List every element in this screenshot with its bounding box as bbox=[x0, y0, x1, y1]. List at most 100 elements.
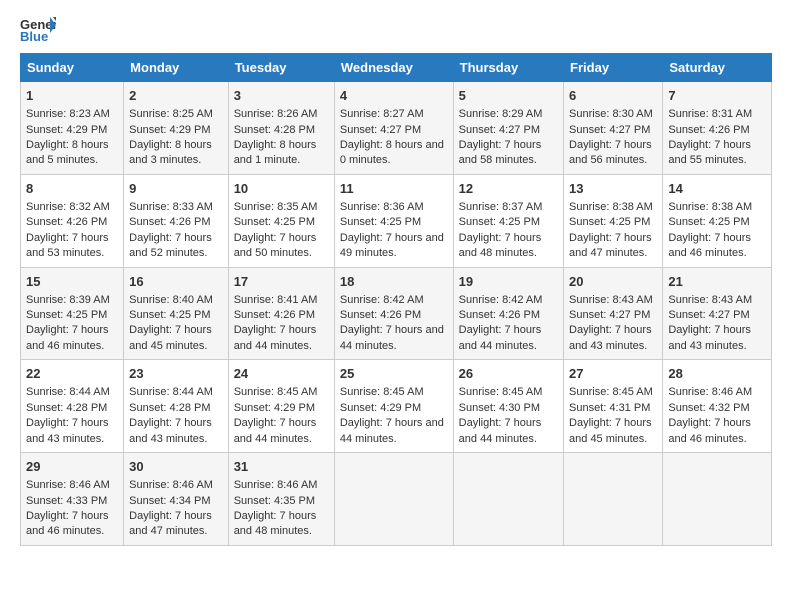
column-header-monday: Monday bbox=[124, 54, 229, 82]
calendar-cell bbox=[663, 453, 772, 546]
calendar-cell: 27Sunrise: 8:45 AMSunset: 4:31 PMDayligh… bbox=[564, 360, 663, 453]
sunset-text: Sunset: 4:25 PM bbox=[26, 308, 118, 323]
calendar-cell: 22Sunrise: 8:44 AMSunset: 4:28 PMDayligh… bbox=[21, 360, 124, 453]
sunset-text: Sunset: 4:25 PM bbox=[234, 215, 329, 230]
sunset-text: Sunset: 4:35 PM bbox=[234, 494, 329, 509]
header: General Blue bbox=[20, 15, 772, 43]
sunrise-text: Sunrise: 8:42 AM bbox=[459, 293, 558, 308]
calendar-cell: 18Sunrise: 8:42 AMSunset: 4:26 PMDayligh… bbox=[334, 267, 453, 360]
calendar-table: SundayMondayTuesdayWednesdayThursdayFrid… bbox=[20, 53, 772, 546]
daylight-text: Daylight: 7 hours and 44 minutes. bbox=[234, 323, 329, 354]
day-number: 24 bbox=[234, 365, 329, 383]
calendar-cell bbox=[334, 453, 453, 546]
sunrise-text: Sunrise: 8:45 AM bbox=[459, 385, 558, 400]
column-header-sunday: Sunday bbox=[21, 54, 124, 82]
calendar-cell: 13Sunrise: 8:38 AMSunset: 4:25 PMDayligh… bbox=[564, 174, 663, 267]
daylight-text: Daylight: 7 hours and 50 minutes. bbox=[234, 231, 329, 262]
sunset-text: Sunset: 4:29 PM bbox=[340, 401, 448, 416]
sunrise-text: Sunrise: 8:39 AM bbox=[26, 293, 118, 308]
calendar-cell: 10 Sunrise: 8:35 AMSunset: 4:25 PMDayligh… bbox=[228, 174, 334, 267]
sunset-text: Sunset: 4:27 PM bbox=[569, 123, 657, 138]
sunrise-text: Sunrise: 8:46 AM bbox=[26, 478, 118, 493]
sunrise-text: Sunrise: 8:44 AM bbox=[26, 385, 118, 400]
day-number: 9 bbox=[129, 180, 223, 198]
calendar-week-row: 29Sunrise: 8:46 AMSunset: 4:33 PMDayligh… bbox=[21, 453, 772, 546]
calendar-cell: 1Sunrise: 8:23 AMSunset: 4:29 PMDaylight… bbox=[21, 82, 124, 175]
day-number: 3 bbox=[234, 87, 329, 105]
column-header-wednesday: Wednesday bbox=[334, 54, 453, 82]
sunrise-text: Sunrise: 8:23 AM bbox=[26, 107, 118, 122]
sunset-text: Sunset: 4:27 PM bbox=[459, 123, 558, 138]
day-number: 31 bbox=[234, 458, 329, 476]
daylight-text: Daylight: 7 hours and 44 minutes. bbox=[234, 416, 329, 447]
logo: General Blue bbox=[20, 15, 62, 43]
sunrise-text: Sunrise: 8:43 AM bbox=[569, 293, 657, 308]
daylight-text: Daylight: 7 hours and 46 minutes. bbox=[668, 231, 766, 262]
sunrise-text: Sunrise: 8:38 AM bbox=[668, 200, 766, 215]
calendar-week-row: 8Sunrise: 8:32 AMSunset: 4:26 PMDaylight… bbox=[21, 174, 772, 267]
calendar-cell: 6Sunrise: 8:30 AMSunset: 4:27 PMDaylight… bbox=[564, 82, 663, 175]
sunrise-text: Sunrise: 8:25 AM bbox=[129, 107, 223, 122]
calendar-cell bbox=[564, 453, 663, 546]
calendar-cell: 29Sunrise: 8:46 AMSunset: 4:33 PMDayligh… bbox=[21, 453, 124, 546]
column-headers: SundayMondayTuesdayWednesdayThursdayFrid… bbox=[21, 54, 772, 82]
sunrise-text: Sunrise: 8:45 AM bbox=[569, 385, 657, 400]
sunset-text: Sunset: 4:29 PM bbox=[234, 401, 329, 416]
calendar-cell: 2Sunrise: 8:25 AMSunset: 4:29 PMDaylight… bbox=[124, 82, 229, 175]
calendar-cell: 17Sunrise: 8:41 AMSunset: 4:26 PMDayligh… bbox=[228, 267, 334, 360]
day-number: 17 bbox=[234, 273, 329, 291]
calendar-cell: 4Sunrise: 8:27 AMSunset: 4:27 PMDaylight… bbox=[334, 82, 453, 175]
day-number: 23 bbox=[129, 365, 223, 383]
sunrise-text: Sunrise: 8:35 AM bbox=[234, 200, 329, 215]
day-number: 25 bbox=[340, 365, 448, 383]
daylight-text: Daylight: 7 hours and 49 minutes. bbox=[340, 231, 448, 262]
calendar-cell: 5Sunrise: 8:29 AMSunset: 4:27 PMDaylight… bbox=[453, 82, 563, 175]
sunrise-text: Sunrise: 8:43 AM bbox=[668, 293, 766, 308]
calendar-cell: 11Sunrise: 8:36 AMSunset: 4:25 PMDayligh… bbox=[334, 174, 453, 267]
calendar-cell: 19Sunrise: 8:42 AMSunset: 4:26 PMDayligh… bbox=[453, 267, 563, 360]
day-number: 19 bbox=[459, 273, 558, 291]
daylight-text: Daylight: 8 hours and 3 minutes. bbox=[129, 138, 223, 169]
day-number: 7 bbox=[668, 87, 766, 105]
sunset-text: Sunset: 4:25 PM bbox=[340, 215, 448, 230]
sunset-text: Sunset: 4:33 PM bbox=[26, 494, 118, 509]
sunrise-text: Sunrise: 8:30 AM bbox=[569, 107, 657, 122]
calendar-cell: 3Sunrise: 8:26 AMSunset: 4:28 PMDaylight… bbox=[228, 82, 334, 175]
daylight-text: Daylight: 7 hours and 44 minutes. bbox=[340, 416, 448, 447]
sunrise-text: Sunrise: 8:45 AM bbox=[340, 385, 448, 400]
sunset-text: Sunset: 4:29 PM bbox=[26, 123, 118, 138]
column-header-saturday: Saturday bbox=[663, 54, 772, 82]
sunset-text: Sunset: 4:31 PM bbox=[569, 401, 657, 416]
column-header-thursday: Thursday bbox=[453, 54, 563, 82]
daylight-text: Daylight: 7 hours and 43 minutes. bbox=[569, 323, 657, 354]
sunrise-text: Sunrise: 8:38 AM bbox=[569, 200, 657, 215]
daylight-text: Daylight: 7 hours and 48 minutes. bbox=[459, 231, 558, 262]
calendar-cell: 28Sunrise: 8:46 AMSunset: 4:32 PMDayligh… bbox=[663, 360, 772, 453]
day-number: 6 bbox=[569, 87, 657, 105]
daylight-text: Daylight: 7 hours and 44 minutes. bbox=[340, 323, 448, 354]
sunrise-text: Sunrise: 8:29 AM bbox=[459, 107, 558, 122]
day-number: 30 bbox=[129, 458, 223, 476]
sunset-text: Sunset: 4:25 PM bbox=[129, 308, 223, 323]
day-number: 10 bbox=[234, 180, 329, 198]
sunrise-text: Sunrise: 8:33 AM bbox=[129, 200, 223, 215]
calendar-cell: 15Sunrise: 8:39 AMSunset: 4:25 PMDayligh… bbox=[21, 267, 124, 360]
daylight-text: Daylight: 7 hours and 46 minutes. bbox=[26, 323, 118, 354]
sunrise-text: Sunrise: 8:32 AM bbox=[26, 200, 118, 215]
daylight-text: Daylight: 7 hours and 55 minutes. bbox=[668, 138, 766, 169]
sunrise-text: Sunrise: 8:46 AM bbox=[129, 478, 223, 493]
daylight-text: Daylight: 7 hours and 47 minutes. bbox=[569, 231, 657, 262]
calendar-cell: 26Sunrise: 8:45 AMSunset: 4:30 PMDayligh… bbox=[453, 360, 563, 453]
daylight-text: Daylight: 7 hours and 46 minutes. bbox=[668, 416, 766, 447]
calendar-cell: 16Sunrise: 8:40 AMSunset: 4:25 PMDayligh… bbox=[124, 267, 229, 360]
daylight-text: Daylight: 7 hours and 52 minutes. bbox=[129, 231, 223, 262]
calendar-cell: 14Sunrise: 8:38 AMSunset: 4:25 PMDayligh… bbox=[663, 174, 772, 267]
sunset-text: Sunset: 4:27 PM bbox=[569, 308, 657, 323]
calendar-cell: 23Sunrise: 8:44 AMSunset: 4:28 PMDayligh… bbox=[124, 360, 229, 453]
calendar-cell: 20Sunrise: 8:43 AMSunset: 4:27 PMDayligh… bbox=[564, 267, 663, 360]
day-number: 12 bbox=[459, 180, 558, 198]
day-number: 11 bbox=[340, 180, 448, 198]
daylight-text: Daylight: 7 hours and 46 minutes. bbox=[26, 509, 118, 540]
day-number: 1 bbox=[26, 87, 118, 105]
sunset-text: Sunset: 4:26 PM bbox=[26, 215, 118, 230]
